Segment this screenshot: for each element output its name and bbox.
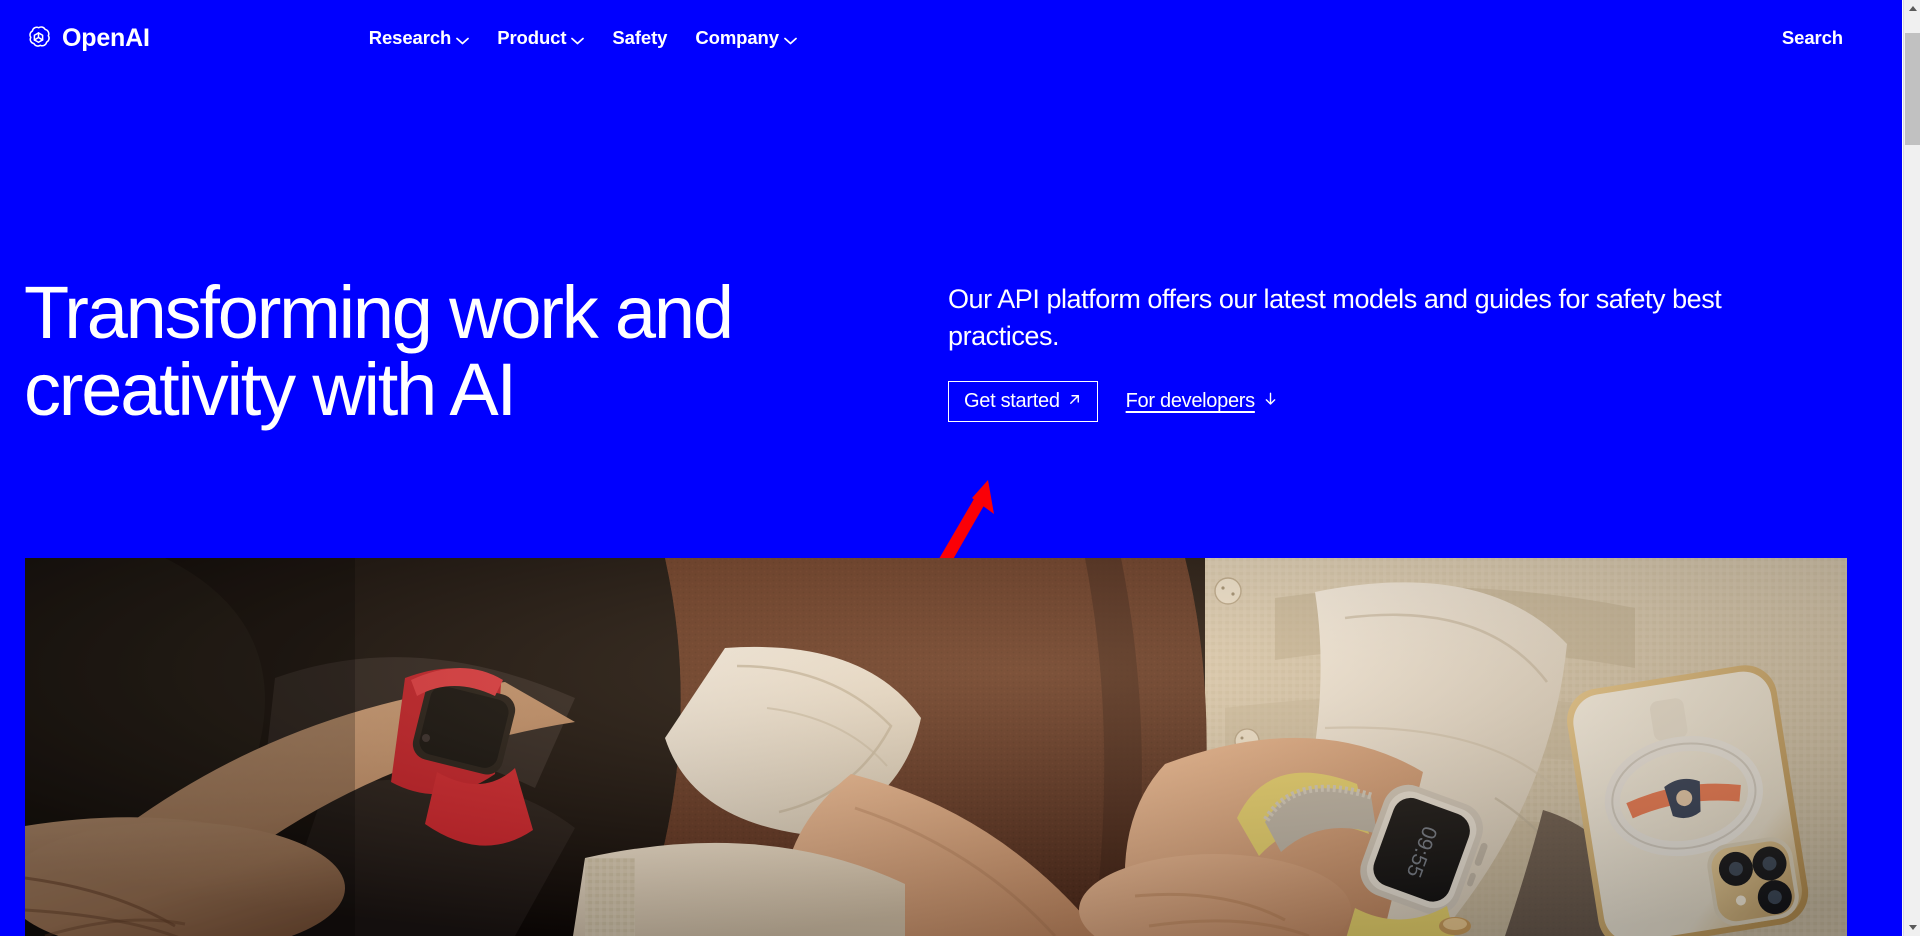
scrollbar-thumb[interactable] xyxy=(1905,33,1920,145)
hero-cta-group: Get started For developers xyxy=(948,380,1838,422)
arrow-down-icon xyxy=(1263,390,1278,412)
nav-item-label: Safety xyxy=(612,27,668,48)
scroll-up-arrow-icon[interactable] xyxy=(1904,0,1920,17)
nav-item-safety[interactable]: Safety xyxy=(598,20,681,56)
nav-item-product[interactable]: Product xyxy=(483,19,598,57)
hero-copy-block: Our API platform offers our latest model… xyxy=(948,281,1838,422)
nav-item-label: Company xyxy=(695,27,779,48)
hero-image: 09:55 xyxy=(25,558,1847,936)
for-developers-link[interactable]: For developers xyxy=(1126,390,1278,412)
search-button[interactable]: Search xyxy=(1770,20,1855,56)
nav-item-research[interactable]: Research xyxy=(355,19,484,57)
get-started-label: Get started xyxy=(964,389,1060,412)
hero-subtext: Our API platform offers our latest model… xyxy=(948,284,1722,352)
page-title: Transforming work and creativity with AI xyxy=(24,271,734,432)
for-developers-label: For developers xyxy=(1125,390,1256,412)
vertical-scrollbar[interactable] xyxy=(1903,0,1920,936)
openai-logo-icon xyxy=(24,24,53,53)
chevron-down-icon xyxy=(571,28,585,50)
nav-item-label: Research xyxy=(368,27,452,48)
openai-logo-link[interactable]: OpenAI xyxy=(24,18,150,58)
arrow-up-right-icon xyxy=(1067,390,1082,412)
site-header: OpenAI Research Product Safety Company S… xyxy=(0,0,1903,76)
get-started-button[interactable]: Get started xyxy=(948,380,1098,422)
header-actions: Search xyxy=(1770,20,1879,56)
chevron-down-icon xyxy=(456,28,470,50)
chevron-down-icon xyxy=(784,28,797,50)
scroll-down-arrow-icon[interactable] xyxy=(1904,919,1920,936)
primary-navigation: Research Product Safety Company xyxy=(355,19,811,57)
brand-name: OpenAI xyxy=(62,23,150,52)
nav-item-label: Product xyxy=(497,27,567,48)
hero-section: Transforming work and creativity with AI… xyxy=(0,76,1903,596)
nav-item-company[interactable]: Company xyxy=(681,19,811,57)
openai-homepage: OpenAI Research Product Safety Company S… xyxy=(0,0,1920,936)
